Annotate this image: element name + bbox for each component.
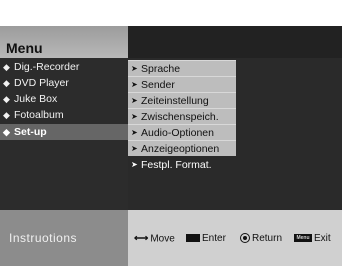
- submenu-item-zwischenspeich[interactable]: ➤ Zwischenspeich.: [128, 108, 236, 124]
- main-menu: ◆ Dig.-Recorder ◆ DVD Player ◆ Juke Box …: [0, 58, 128, 210]
- main-menu-item-dvd-player[interactable]: ◆ DVD Player: [0, 75, 128, 91]
- main-menu-item-label: Dig.-Recorder: [14, 61, 80, 73]
- instructions-bar: ⟷ Move Enter Return Menu Exit: [128, 210, 342, 266]
- instruction-return: Return: [240, 232, 282, 246]
- submenu-item-sprache[interactable]: ➤ Sprache: [128, 60, 236, 76]
- arrow-right-icon: ➤: [131, 80, 138, 89]
- arrow-right-icon: ➤: [131, 64, 138, 73]
- main-menu-item-set-up[interactable]: ◆ Set-up: [0, 124, 128, 140]
- diamond-bullet-icon: ◆: [3, 78, 10, 88]
- menu-header: Menu: [0, 26, 128, 58]
- main-menu-item-fotoalbum[interactable]: ◆ Fotoalbum: [0, 107, 128, 123]
- instruction-label: Return: [252, 233, 283, 244]
- submenu-item-label: Zwischenspeich.: [141, 111, 219, 123]
- diamond-bullet-icon: ◆: [3, 94, 10, 104]
- submenu-item-sender[interactable]: ➤ Sender: [128, 76, 236, 92]
- submenu-item-label: Audio-Optionen: [141, 127, 214, 139]
- arrow-right-icon: ➤: [131, 112, 138, 121]
- main-menu-item-label: Set-up: [14, 126, 47, 138]
- arrow-right-icon: ➤: [131, 160, 138, 169]
- main-menu-item-label: Fotoalbum: [14, 109, 64, 121]
- instruction-label: Move: [150, 233, 175, 245]
- submenu-item-label: Zeiteinstellung: [141, 95, 209, 107]
- submenu-item-label: Anzeigeoptionen: [141, 143, 220, 155]
- instruction-label: Exit: [314, 233, 331, 244]
- instruction-exit: Menu Exit: [294, 232, 331, 246]
- arrow-right-icon: ➤: [131, 144, 138, 153]
- submenu-item-label: Sender: [141, 79, 175, 91]
- submenu-item-festpl-format[interactable]: ➤ Festpl. Format.: [128, 156, 236, 172]
- arrow-right-icon: ➤: [131, 96, 138, 105]
- main-menu-item-label: Juke Box: [14, 93, 58, 105]
- instructions-panel: Instruotions: [0, 210, 128, 266]
- arrow-right-icon: ➤: [131, 128, 138, 137]
- main-menu-item-dig-recorder[interactable]: ◆ Dig.-Recorder: [0, 59, 128, 75]
- header-bar: [128, 26, 342, 58]
- diamond-bullet-icon: ◆: [3, 127, 10, 137]
- move-arrows-icon: ⟷: [134, 233, 149, 244]
- diamond-bullet-icon: ◆: [3, 110, 10, 120]
- menu-title: Menu: [6, 40, 43, 56]
- enter-key-icon: [186, 234, 200, 243]
- menu-key-icon: Menu: [294, 234, 312, 243]
- osd-menu-screen: Menu ◆ Dig.-Recorder ◆ DVD Player ◆ Juke…: [0, 0, 342, 266]
- instruction-move: ⟷ Move: [134, 232, 175, 246]
- main-menu-item-label: DVD Player: [14, 77, 69, 89]
- setup-submenu: ➤ Sprache ➤ Sender ➤ Zeiteinstellung ➤ Z…: [128, 58, 342, 210]
- instruction-label: Enter: [202, 233, 226, 244]
- main-menu-item-juke-box[interactable]: ◆ Juke Box: [0, 91, 128, 107]
- return-button-icon: [240, 233, 250, 244]
- submenu-item-label: Festpl. Format.: [141, 159, 212, 171]
- submenu-item-anzeigeoptionen[interactable]: ➤ Anzeigeoptionen: [128, 140, 236, 156]
- instruction-enter: Enter: [186, 232, 226, 246]
- instructions-title: Instruotions: [9, 231, 78, 245]
- submenu-item-audio-optionen[interactable]: ➤ Audio-Optionen: [128, 124, 236, 140]
- submenu-item-zeiteinstellung[interactable]: ➤ Zeiteinstellung: [128, 92, 236, 108]
- diamond-bullet-icon: ◆: [3, 62, 10, 72]
- submenu-item-label: Sprache: [141, 63, 181, 75]
